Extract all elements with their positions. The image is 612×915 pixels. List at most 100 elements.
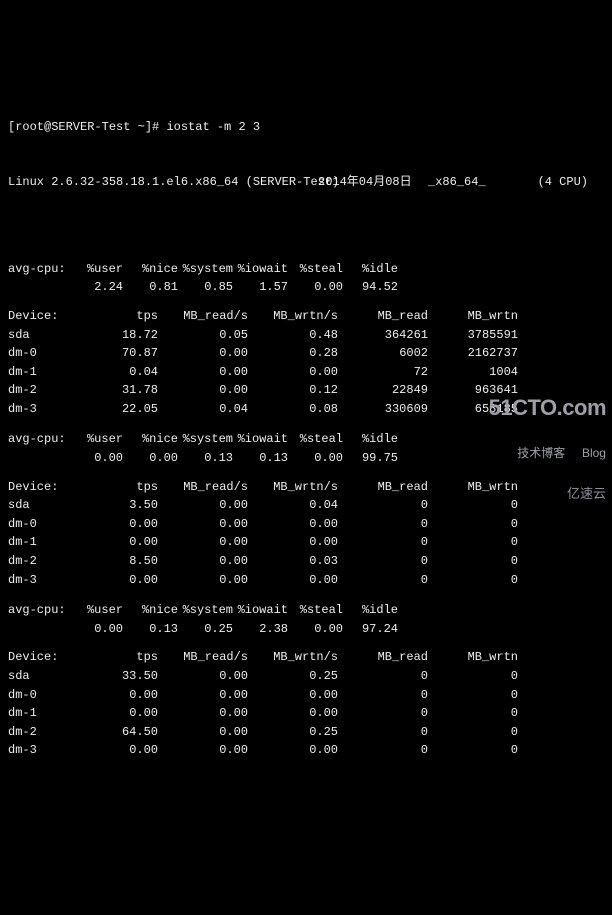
cell: 0.85	[178, 278, 233, 297]
cell: 22849	[338, 381, 428, 400]
row: dm-322.050.040.08330609658185	[8, 400, 604, 419]
cell: 18.72	[78, 326, 158, 345]
row: dm-00.000.000.0000	[8, 686, 604, 705]
cell: dm-3	[8, 400, 78, 419]
cell: MB_wrtn	[428, 307, 518, 326]
cell: %idle	[343, 430, 398, 449]
cell: 97.24	[343, 620, 398, 639]
cell: 0.81	[123, 278, 178, 297]
cell: MB_read/s	[158, 478, 248, 497]
cell: 0.00	[248, 686, 338, 705]
cell: MB_read/s	[158, 307, 248, 326]
cell: 3.50	[78, 496, 158, 515]
row: 0.000.130.252.380.0097.24	[8, 620, 604, 639]
cell: 0	[428, 552, 518, 571]
cell: 22.05	[78, 400, 158, 419]
cell: MB_wrtn/s	[248, 307, 338, 326]
cell: 0.00	[248, 363, 338, 382]
cell: 94.52	[343, 278, 398, 297]
cell: 99.75	[343, 449, 398, 468]
cell: 0	[428, 741, 518, 760]
cell: 33.50	[78, 667, 158, 686]
cell: Device:	[8, 478, 78, 497]
cell: 0.00	[78, 571, 158, 590]
cell: 0.00	[78, 686, 158, 705]
cell: dm-2	[8, 723, 78, 742]
cell: 0.00	[248, 741, 338, 760]
cell: dm-2	[8, 552, 78, 571]
cell: 0	[338, 667, 428, 686]
row: sda18.720.050.483642613785591	[8, 326, 604, 345]
cell: sda	[8, 667, 78, 686]
cell: %user	[68, 430, 123, 449]
row: dm-30.000.000.0000	[8, 571, 604, 590]
cell: %steal	[288, 430, 343, 449]
row: dm-00.000.000.0000	[8, 515, 604, 534]
cell: 0.00	[158, 363, 248, 382]
cell: 0.12	[248, 381, 338, 400]
cell: avg-cpu:	[8, 430, 68, 449]
cell: 2.24	[68, 278, 123, 297]
cell: 0	[338, 496, 428, 515]
cell: sda	[8, 496, 78, 515]
cell: %steal	[288, 260, 343, 279]
row: 0.000.000.130.130.0099.75	[8, 449, 604, 468]
row: Device:tpsMB_read/sMB_wrtn/sMB_readMB_wr…	[8, 307, 604, 326]
cell: 0.13	[178, 449, 233, 468]
cell: MB_wrtn	[428, 648, 518, 667]
cell: MB_read	[338, 307, 428, 326]
row: dm-10.000.000.0000	[8, 704, 604, 723]
cell: 0	[428, 667, 518, 686]
cell: 0	[428, 723, 518, 742]
cell: 64.50	[78, 723, 158, 742]
row: dm-10.040.000.00721004	[8, 363, 604, 382]
cell: 0	[338, 571, 428, 590]
cell: 0.25	[248, 723, 338, 742]
cell: 3785591	[428, 326, 518, 345]
cell: 0.00	[78, 515, 158, 534]
cell: 72	[338, 363, 428, 382]
row: avg-cpu:%user%nice%system%iowait%steal%i…	[8, 260, 604, 279]
cell: 0.00	[158, 723, 248, 742]
cell: dm-1	[8, 533, 78, 552]
prompt-line: [root@SERVER-Test ~]# iostat -m 2 3	[8, 118, 604, 137]
cell: tps	[78, 478, 158, 497]
cell: 0.00	[78, 741, 158, 760]
cell: tps	[78, 307, 158, 326]
cell: 0.04	[158, 400, 248, 419]
cell: 0.13	[233, 449, 288, 468]
cell: MB_read/s	[158, 648, 248, 667]
cell: dm-3	[8, 741, 78, 760]
cell: 0	[428, 571, 518, 590]
cell: 0	[338, 704, 428, 723]
cell: %nice	[123, 260, 178, 279]
cell: 0	[428, 704, 518, 723]
cell: 2162737	[428, 344, 518, 363]
cell: %steal	[288, 601, 343, 620]
cell: 0.00	[158, 704, 248, 723]
cell: MB_wrtn/s	[248, 648, 338, 667]
cell: avg-cpu:	[8, 601, 68, 620]
cell: 0.00	[288, 278, 343, 297]
cell: tps	[78, 648, 158, 667]
cell: 0.13	[123, 620, 178, 639]
cell: MB_read	[338, 478, 428, 497]
cell: 0.00	[123, 449, 178, 468]
row: Device:tpsMB_read/sMB_wrtn/sMB_readMB_wr…	[8, 648, 604, 667]
cell: 0.00	[158, 667, 248, 686]
cell: 0.00	[158, 533, 248, 552]
cell: 2.38	[233, 620, 288, 639]
sys-date: 2014年04月08日	[318, 173, 428, 192]
row: dm-10.000.000.0000	[8, 533, 604, 552]
cell: %user	[68, 260, 123, 279]
cell: 1.57	[233, 278, 288, 297]
command-text: iostat -m 2 3	[166, 120, 260, 134]
cell: 0	[428, 496, 518, 515]
row: sda33.500.000.2500	[8, 667, 604, 686]
cell: 0	[338, 741, 428, 760]
cell: sda	[8, 326, 78, 345]
cell: 0	[338, 533, 428, 552]
cell: 0.04	[248, 496, 338, 515]
cell: Device:	[8, 307, 78, 326]
cell: 330609	[338, 400, 428, 419]
